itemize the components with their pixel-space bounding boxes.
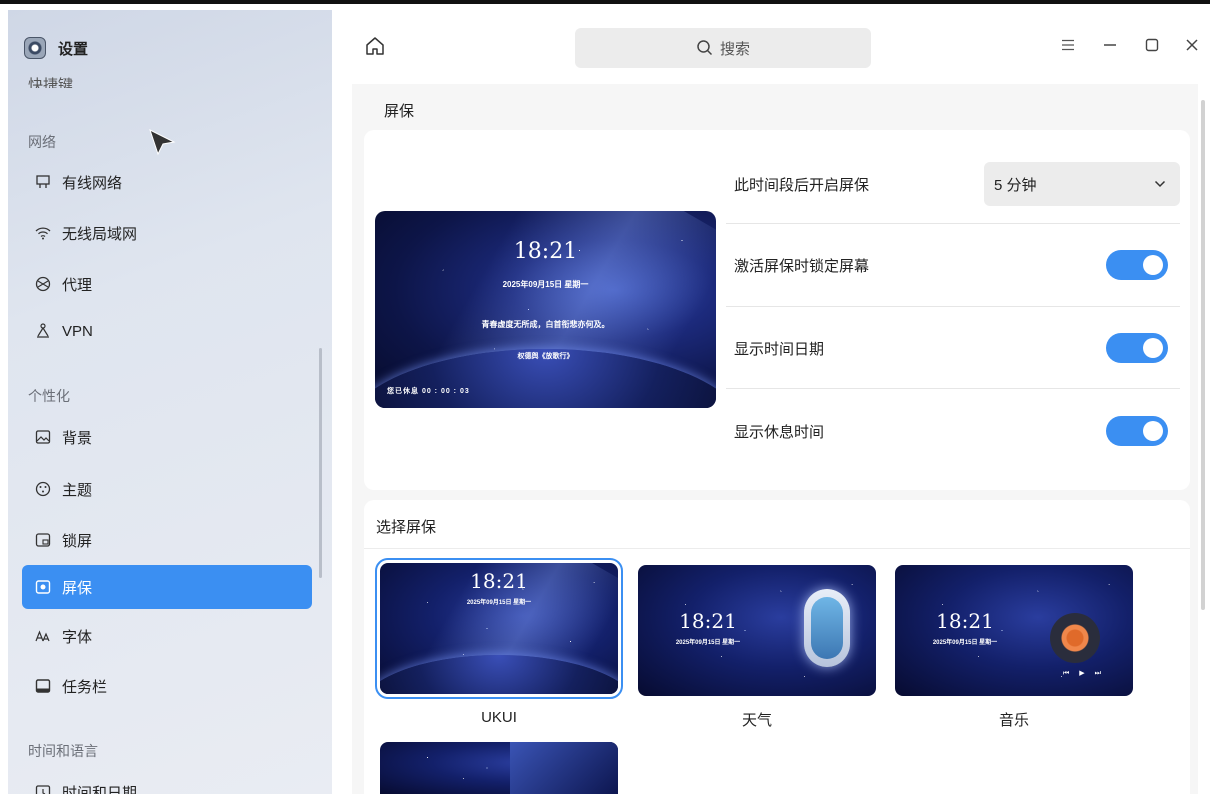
screensaver-option-ukui[interactable]: 18:21 2025年09月15日 星期一 [375,558,623,699]
minimize-icon [1104,44,1116,46]
search-placeholder: 搜索 [719,40,750,58]
maximize-icon [1145,38,1159,52]
menu-button[interactable] [1056,33,1080,57]
preview-rest-time: 您已休息 00 : 00 : 03 [387,388,470,395]
main-scrollbar[interactable] [1201,100,1205,610]
sidebar-item-theme[interactable]: 主题 [22,467,312,511]
sidebar-item-label: 字体 [62,628,93,646]
background-icon [34,428,52,446]
thumb-date: 2025年09月15日 星期一 [466,600,532,606]
show-datetime-row: 显示时间日期 [726,307,1180,389]
search-icon [697,40,713,56]
thumb-date: 2025年09月15日 星期一 [675,640,741,646]
maximize-button[interactable] [1140,33,1164,57]
app-header: 设置 [24,34,88,62]
thumb-time: 18:21 [679,609,737,633]
row-divider [726,388,1180,389]
sidebar-item-label: 无线局域网 [62,225,138,243]
wifi-icon [34,224,52,242]
app-title: 设置 [58,40,89,58]
preview-time: 18:21 [513,239,578,264]
delay-label: 此时间段后开启屏保 [734,176,870,194]
sidebar-item-lockscreen[interactable]: 锁屏 [22,518,312,562]
screensaver-option-music[interactable]: 18:21 2025年09月15日 星期一 ⏮▶⏭ [895,565,1133,696]
thumb-time: 18:21 [470,569,528,593]
sidebar-item-label: 任务栏 [62,678,108,696]
screensaver-option-label: UKUI [481,709,517,726]
page-title: 屏保 [384,103,415,120]
preview-quote: 青春虚度无所成，白首衔悲亦何及。 [481,320,610,329]
search-input[interactable]: 搜索 [575,28,871,68]
sidebar-item-font[interactable]: 字体 [22,614,312,658]
screen-top-border [0,0,1210,4]
screensaver-option-custom[interactable] [380,742,618,794]
sidebar-item-label: 时间和日期 [62,784,138,794]
sidebar-item-wired[interactable]: 有线网络 [22,160,312,204]
section-personalize: 个性化 [28,388,70,404]
screensaver-option-label: 音乐 [998,712,1029,729]
lock-screen-label: 激活屏保时锁定屏幕 [734,257,870,275]
lock-screen-row: 激活屏保时锁定屏幕 [726,224,1180,306]
hamburger-icon [1062,39,1074,51]
thumb-date: 2025年09月15日 星期一 [932,640,998,646]
music-disc-icon [1050,613,1100,663]
select-screensaver-title: 选择屏保 [376,519,437,536]
airplane-window-icon [804,589,850,667]
sidebar-item-label: 有线网络 [62,174,123,192]
show-rest-time-row: 显示休息时间 [726,390,1180,472]
section-network: 网络 [28,134,56,150]
show-datetime-label: 显示时间日期 [734,340,825,358]
section-divider [364,548,1190,549]
thumb-time: 18:21 [936,609,994,633]
show-rest-time-label: 显示休息时间 [734,423,825,441]
music-controls-icon: ⏮▶⏭ [1063,670,1111,677]
sidebar-item-label: 背景 [62,429,93,447]
sidebar-item-background[interactable]: 背景 [22,415,312,459]
screensaver-preview: 18:21 2025年09月15日 星期一 青春虚度无所成，白首衔悲亦何及。 权… [375,211,716,408]
preview-date: 2025年09月15日 星期一 [502,280,589,289]
delay-select[interactable]: 5 分钟 [984,162,1180,206]
sidebar-item-proxy[interactable]: 代理 [22,262,312,306]
font-icon [34,627,52,645]
sidebar-item-label: 锁屏 [62,532,93,550]
sidebar-item-label: VPN [62,322,93,340]
close-icon [1186,39,1198,51]
sidebar-item-label: 代理 [62,276,93,294]
minimize-button[interactable] [1098,33,1122,57]
delay-row: 此时间段后开启屏保 5 分钟 [726,143,1180,225]
chevron-down-icon [1154,180,1166,188]
sidebar-item-label: 主题 [62,481,93,499]
home-icon [366,37,384,55]
mouse-cursor-icon [148,128,176,161]
taskbar-icon [34,677,52,695]
sidebar-item-datetime[interactable]: 时间和日期 [22,770,312,794]
close-button[interactable] [1180,33,1204,57]
proxy-icon [34,275,52,293]
sidebar-item-screensaver[interactable]: 屏保 [22,565,312,609]
sidebar-item-shortcuts[interactable]: 快捷键 [28,74,73,88]
lockscreen-icon [34,531,52,549]
section-time-language: 时间和语言 [28,743,98,759]
sidebar-scrollbar[interactable] [319,348,322,578]
wired-network-icon [34,173,52,191]
theme-icon [34,480,52,498]
preview-quote-author: 权德舆《放歌行》 [517,353,574,360]
delay-value: 5 分钟 [994,176,1037,194]
show-datetime-toggle[interactable] [1106,333,1168,363]
screensaver-option-label: 天气 [741,712,772,729]
show-rest-time-toggle[interactable] [1106,416,1168,446]
sidebar-item-vpn[interactable]: VPN [22,309,312,353]
screensaver-icon [34,578,52,596]
screensaver-option-weather[interactable]: 18:21 2025年09月15日 星期一 [638,565,876,696]
vpn-icon [34,322,52,340]
datetime-icon [34,783,52,794]
settings-app-icon [24,37,46,59]
sidebar-item-wifi[interactable]: 无线局域网 [22,211,312,255]
sidebar-item-label: 屏保 [62,579,93,597]
lock-screen-toggle[interactable] [1106,250,1168,280]
home-button[interactable] [364,35,386,57]
sidebar-item-taskbar[interactable]: 任务栏 [22,664,312,708]
